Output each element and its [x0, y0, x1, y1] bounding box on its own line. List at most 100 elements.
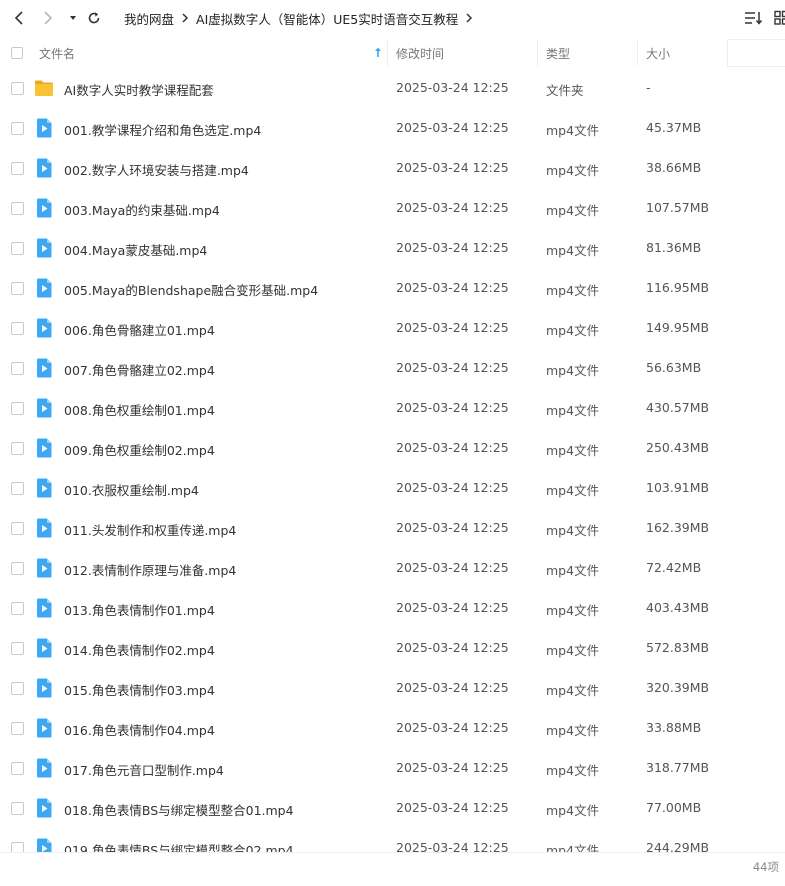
file-name: 005.Maya的Blendshape融合变形基础.mp4 [64, 283, 319, 298]
row-checkbox[interactable] [11, 162, 24, 175]
video-file-icon [37, 798, 52, 818]
file-type: mp4文件 [546, 323, 600, 338]
row-checkbox[interactable] [11, 82, 24, 95]
file-row[interactable]: 012.表情制作原理与准备.mp4 2025-03-24 12:25 mp4文件 72… [0, 548, 785, 588]
row-checkbox[interactable] [11, 122, 24, 135]
row-checkbox[interactable] [11, 522, 24, 535]
row-checkbox[interactable] [11, 282, 24, 295]
view-mode-button[interactable] [774, 10, 785, 26]
file-name: 012.表情制作原理与准备.mp4 [64, 563, 237, 578]
video-file-icon [37, 118, 52, 138]
file-row[interactable]: 005.Maya的Blendshape融合变形基础.mp4 2025-03-24 … [0, 268, 785, 308]
file-row[interactable]: 011.头发制作和权重传递.mp4 2025-03-24 12:25 mp4文件 16… [0, 508, 785, 548]
sort-menu-button[interactable] [744, 9, 764, 27]
video-file-icon [37, 638, 52, 658]
file-type: mp4文件 [546, 163, 600, 178]
breadcrumb: 我的网盘 AI虚拟数字人（智能体）UE5实时语音交互教程 [124, 9, 480, 27]
file-type: 文件夹 [546, 83, 584, 98]
row-checkbox[interactable] [11, 602, 24, 615]
column-header-type[interactable]: 类型 [546, 45, 570, 62]
row-checkbox[interactable] [11, 682, 24, 695]
row-checkbox[interactable] [11, 202, 24, 215]
refresh-button[interactable] [84, 8, 104, 28]
modified-date: 2025-03-24 12:25 [396, 360, 509, 375]
video-file-icon [37, 478, 52, 498]
breadcrumb-current-folder[interactable]: AI虚拟数字人（智能体）UE5实时语音交互教程 [196, 9, 458, 28]
file-name: 010.衣服权重绘制.mp4 [64, 483, 199, 498]
video-file-icon [37, 678, 52, 698]
modified-date: 2025-03-24 12:25 [396, 400, 509, 415]
modified-date: 2025-03-24 12:25 [396, 280, 509, 295]
column-header-name[interactable]: 文件名 [39, 45, 75, 62]
breadcrumb-expand-icon[interactable] [465, 13, 473, 23]
file-row[interactable]: 009.角色权重绘制02.mp4 2025-03-24 12:25 mp4文件 250… [0, 428, 785, 468]
file-row[interactable]: 007.角色骨骼建立02.mp4 2025-03-24 12:25 mp4文件 56.… [0, 348, 785, 388]
select-all-checkbox[interactable] [11, 47, 23, 59]
row-checkbox[interactable] [11, 482, 24, 495]
file-size: 72.42MB [646, 560, 702, 575]
video-file-icon [37, 278, 52, 298]
file-size: 318.77MB [646, 760, 710, 775]
row-checkbox[interactable] [11, 402, 24, 415]
row-checkbox[interactable] [11, 642, 24, 655]
video-file-icon [37, 758, 52, 778]
file-size: 103.91MB [646, 480, 710, 495]
file-name: 015.角色表情制作03.mp4 [64, 683, 215, 698]
file-size: 116.95MB [646, 280, 710, 295]
modified-date: 2025-03-24 12:25 [396, 120, 509, 135]
toolbar: 我的网盘 AI虚拟数字人（智能体）UE5实时语音交互教程 [0, 0, 785, 36]
history-dropdown-button[interactable] [63, 8, 83, 28]
column-divider[interactable] [387, 40, 388, 66]
modified-date: 2025-03-24 12:25 [396, 560, 509, 575]
file-row[interactable]: 018.角色表情BS与绑定模型整合01.mp4 2025-03-24 12:25 m… [0, 788, 785, 828]
row-checkbox[interactable] [11, 762, 24, 775]
file-name: 009.角色权重绘制02.mp4 [64, 443, 215, 458]
row-checkbox[interactable] [11, 802, 24, 815]
file-row[interactable]: 013.角色表情制作01.mp4 2025-03-24 12:25 mp4文件 403… [0, 588, 785, 628]
modified-date: 2025-03-24 12:25 [396, 520, 509, 535]
file-row[interactable]: 016.角色表情制作04.mp4 2025-03-24 12:25 mp4文件 33.… [0, 708, 785, 748]
row-checkbox[interactable] [11, 362, 24, 375]
file-row[interactable]: 010.衣服权重绘制.mp4 2025-03-24 12:25 mp4文件 103.9… [0, 468, 785, 508]
column-header-modified[interactable]: 修改时间 [396, 45, 444, 62]
row-checkbox[interactable] [11, 442, 24, 455]
grid-view-icon [774, 10, 785, 25]
modified-date: 2025-03-24 12:25 [396, 160, 509, 175]
file-row[interactable]: 003.Maya的约束基础.mp4 2025-03-24 12:25 mp4文件 10… [0, 188, 785, 228]
file-row[interactable]: 008.角色权重绘制01.mp4 2025-03-24 12:25 mp4文件 430… [0, 388, 785, 428]
file-row[interactable]: 017.角色元音口型制作.mp4 2025-03-24 12:25 mp4文件 318… [0, 748, 785, 788]
column-divider[interactable] [537, 40, 538, 66]
file-row[interactable]: 019.角色表情BS与绑定模型整合02.mp4 2025-03-24 12:25 m… [0, 828, 785, 852]
file-size: 244.29MB [646, 840, 710, 852]
row-checkbox[interactable] [11, 562, 24, 575]
modified-date: 2025-03-24 12:25 [396, 600, 509, 615]
column-divider[interactable] [637, 40, 638, 66]
file-row[interactable]: 002.数字人环境安装与搭建.mp4 2025-03-24 12:25 mp4文件 3… [0, 148, 785, 188]
file-size: 572.83MB [646, 640, 710, 655]
modified-date: 2025-03-24 12:25 [396, 640, 509, 655]
file-row[interactable]: 015.角色表情制作03.mp4 2025-03-24 12:25 mp4文件 320… [0, 668, 785, 708]
file-row[interactable]: 004.Maya蒙皮基础.mp4 2025-03-24 12:25 mp4文件 81.… [0, 228, 785, 268]
forward-button[interactable] [38, 8, 58, 28]
back-button[interactable] [9, 8, 29, 28]
file-size: 56.63MB [646, 360, 702, 375]
row-checkbox[interactable] [11, 722, 24, 735]
file-size: 107.57MB [646, 200, 710, 215]
chevron-left-icon [14, 11, 23, 25]
folder-row[interactable]: AI数字人实时教学课程配套 2025-03-24 12:25 文件夹 - [0, 68, 785, 108]
row-checkbox[interactable] [11, 242, 24, 255]
file-row[interactable]: 001.教学课程介绍和角色选定.mp4 2025-03-24 12:25 mp4文件… [0, 108, 785, 148]
row-checkbox[interactable] [11, 842, 24, 852]
file-name: 004.Maya蒙皮基础.mp4 [64, 243, 208, 258]
row-checkbox[interactable] [11, 322, 24, 335]
file-type: mp4文件 [546, 443, 600, 458]
breadcrumb-root[interactable]: 我的网盘 [124, 9, 174, 28]
file-size: 149.95MB [646, 320, 710, 335]
file-row[interactable]: 014.角色表情制作02.mp4 2025-03-24 12:25 mp4文件 572… [0, 628, 785, 668]
sort-ascending-icon[interactable] [373, 46, 383, 58]
modified-date: 2025-03-24 12:25 [396, 240, 509, 255]
column-header-size[interactable]: 大小 [646, 45, 670, 62]
modified-date: 2025-03-24 12:25 [396, 800, 509, 815]
file-row[interactable]: 006.角色骨骼建立01.mp4 2025-03-24 12:25 mp4文件 149… [0, 308, 785, 348]
header-extra-column[interactable] [727, 39, 785, 67]
